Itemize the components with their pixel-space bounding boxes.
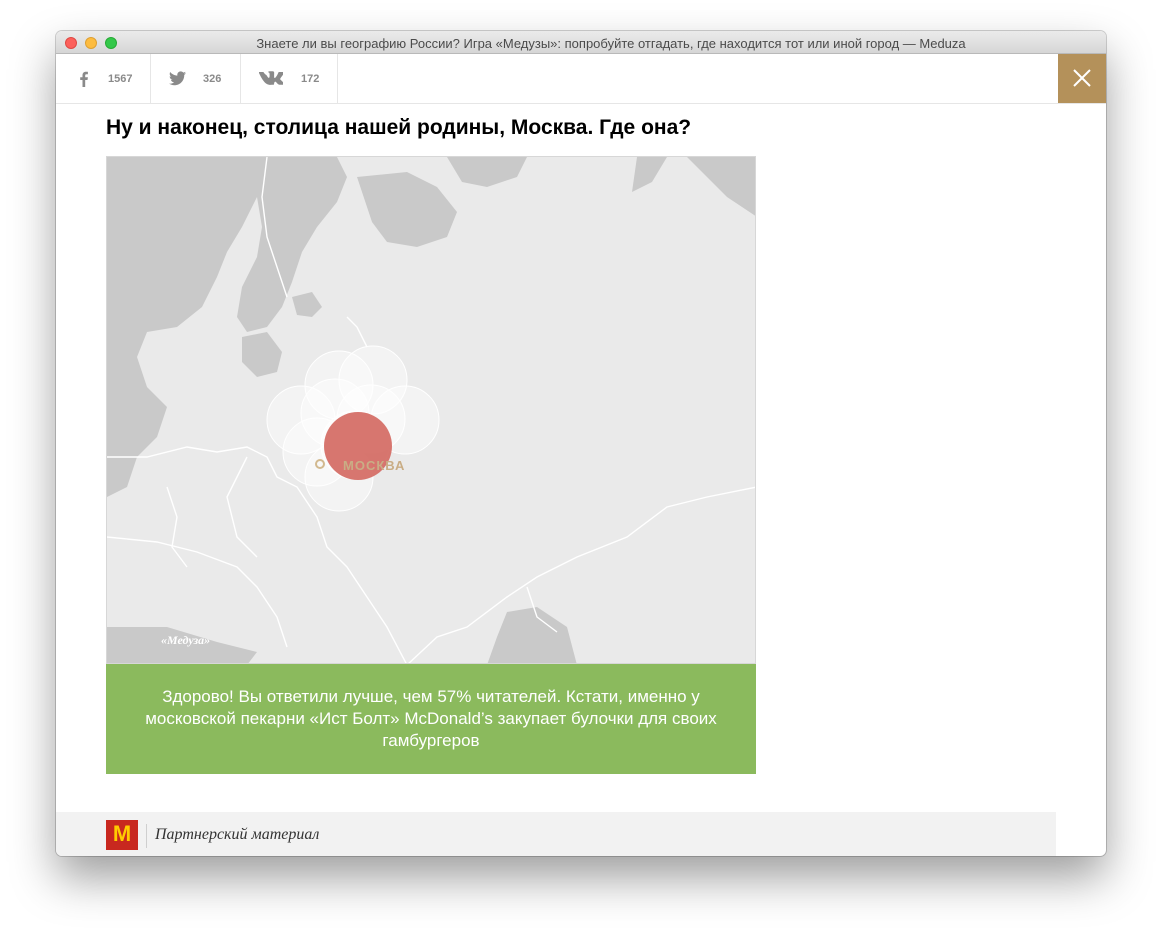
vk-icon — [259, 71, 283, 85]
title-bar: Знаете ли вы географию России? Игра «Мед… — [56, 31, 1106, 54]
map-area[interactable]: МОСКВА «Медуза» — [106, 156, 756, 664]
window-maximize-button[interactable] — [105, 37, 117, 49]
mcdonalds-logo: M — [106, 820, 138, 850]
facebook-icon — [80, 71, 88, 87]
share-facebook-button[interactable]: 1567 — [56, 54, 151, 103]
vk-share-count: 172 — [301, 73, 320, 85]
partner-footer: M Партнерский материал — [56, 812, 1056, 856]
city-label: МОСКВА — [343, 458, 406, 473]
result-message: Здорово! Вы ответили лучше, чем 57% чита… — [106, 664, 756, 774]
share-twitter-button[interactable]: 326 — [151, 54, 241, 103]
city-marker-icon — [315, 459, 325, 469]
close-button[interactable] — [1058, 54, 1106, 103]
share-vk-button[interactable]: 172 — [241, 54, 338, 103]
question-heading: Ну и наконец, столица нашей родины, Моск… — [106, 116, 692, 139]
window-minimize-button[interactable] — [85, 37, 97, 49]
twitter-share-count: 326 — [203, 73, 222, 85]
facebook-share-count: 1567 — [108, 73, 133, 85]
map-watermark: «Медуза» — [161, 633, 211, 647]
share-bar: 1567 326 172 — [56, 54, 1106, 104]
twitter-icon — [169, 71, 186, 86]
mcdonalds-logo-letter: M — [112, 821, 132, 846]
partner-label: Партнерский материал — [155, 826, 320, 843]
partner-divider — [146, 824, 147, 848]
window-close-button[interactable] — [65, 37, 77, 49]
close-icon — [1073, 69, 1091, 87]
window-title: Знаете ли вы географию России? Игра «Мед… — [256, 36, 966, 51]
browser-window: Знаете ли вы географию России? Игра «Мед… — [56, 31, 1106, 856]
map-background — [107, 157, 755, 663]
